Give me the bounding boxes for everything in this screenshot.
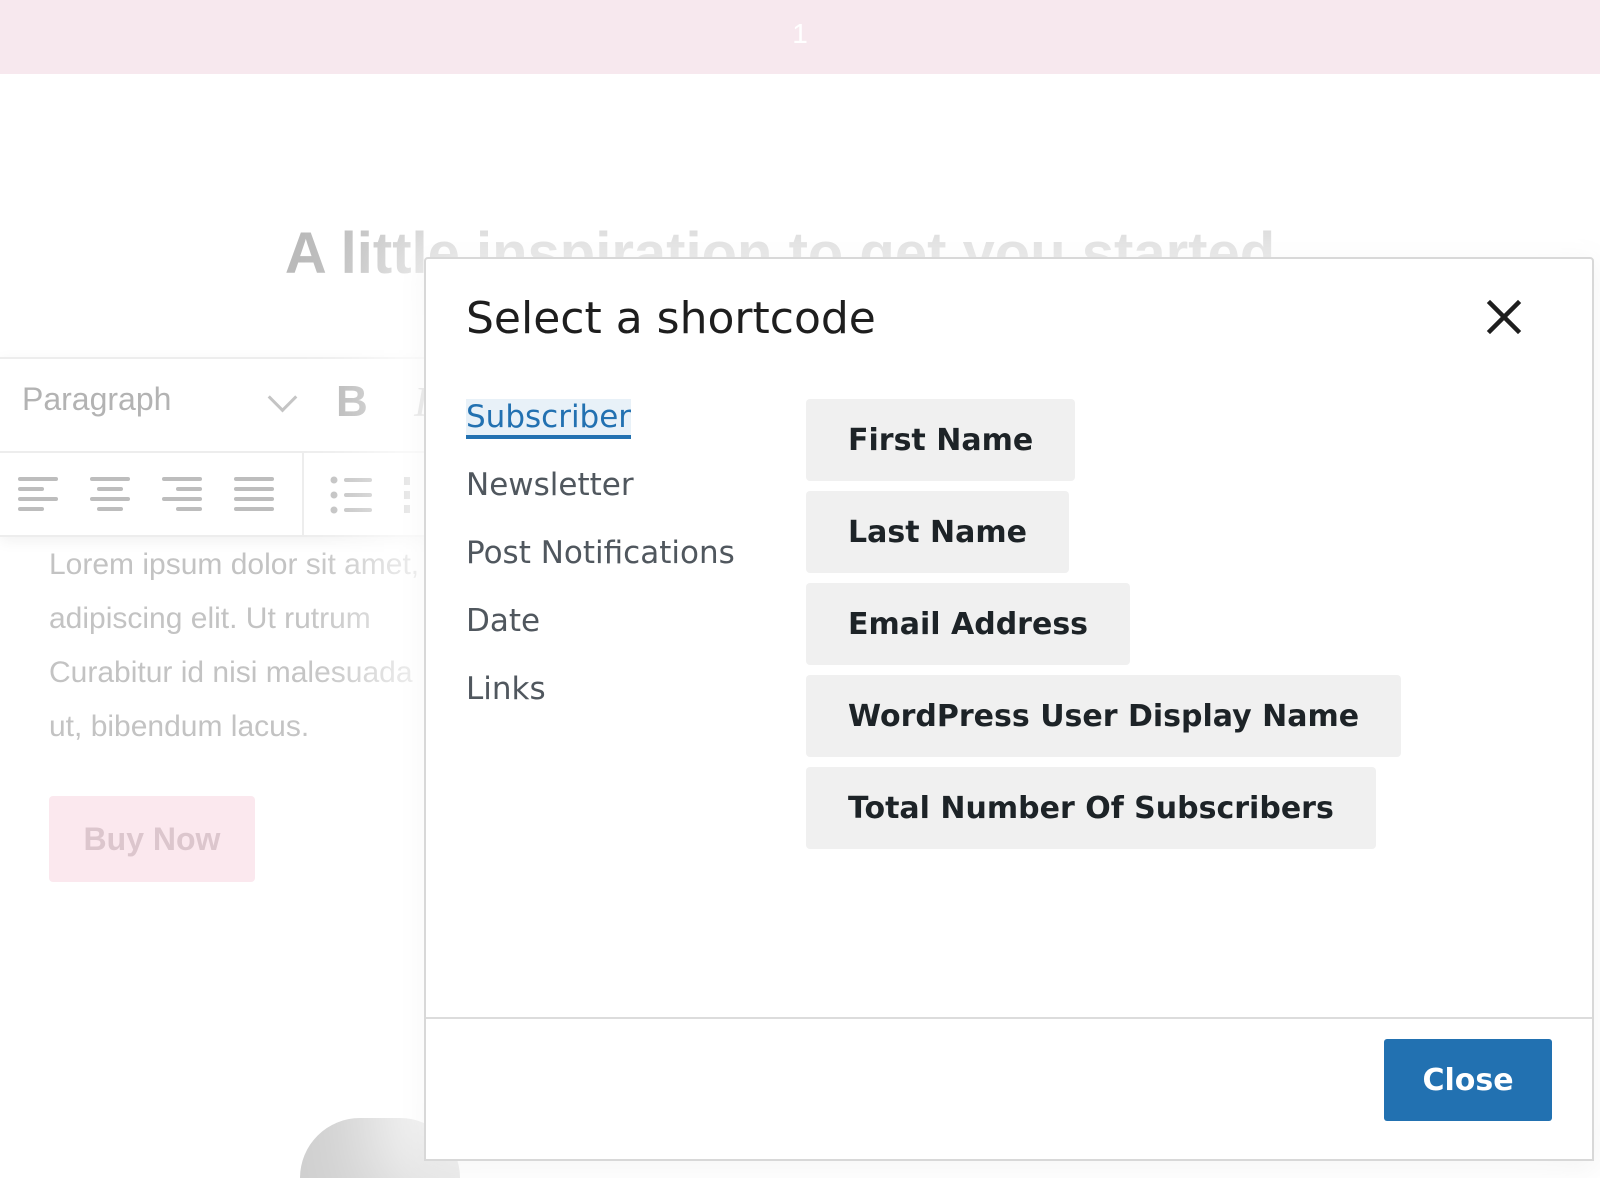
align-left-icon[interactable] [18,477,58,513]
page-number: 1 [792,18,808,49]
shortcode-wp-display-name-button[interactable]: WordPress User Display Name [806,675,1402,757]
body-text-line: Curabitur id nisi malesuada [49,656,413,689]
toolbar-row-align [0,453,440,535]
align-right-icon[interactable] [162,477,202,513]
shortcode-modal: Select a shortcode Subscriber Newsletter… [424,257,1594,1161]
modal-title: Select a shortcode [466,293,876,344]
body-text-line: Lorem ipsum dolor sit amet, [49,548,420,581]
page-number-strip: 1 [0,0,1600,74]
category-post-notifications[interactable]: Post Notifications [466,535,735,571]
close-button[interactable]: Close [1384,1039,1552,1121]
shortcode-email-address-button[interactable]: Email Address [806,583,1131,665]
category-date[interactable]: Date [466,603,540,639]
body-text-line: ut, bibendum lacus. [49,710,310,743]
bold-button[interactable]: B [336,377,368,427]
toolbar-row-format: Paragraph B I [0,359,440,453]
close-icon[interactable] [1480,293,1528,341]
category-newsletter[interactable]: Newsletter [466,467,634,503]
toolbar-divider [302,453,304,535]
modal-footer-divider [426,1017,1592,1019]
body-text-line: adipiscing elit. Ut rutrum [49,602,371,635]
bullet-list-icon[interactable] [330,475,374,515]
editor-toolbar: Paragraph B I [0,357,440,537]
shortcode-last-name-button[interactable]: Last Name [806,491,1069,573]
buy-now-button[interactable]: Buy Now [49,796,255,882]
block-format-select[interactable]: Paragraph [22,381,302,418]
body-text: Lorem ipsum dolor sit amet, adipiscing e… [49,538,429,754]
align-justify-icon[interactable] [234,477,274,513]
category-subscriber[interactable]: Subscriber [466,399,632,439]
shortcode-total-subscribers-button[interactable]: Total Number Of Subscribers [806,767,1376,849]
category-links[interactable]: Links [466,671,546,707]
shortcode-first-name-button[interactable]: First Name [806,399,1076,481]
align-center-icon[interactable] [90,477,130,513]
